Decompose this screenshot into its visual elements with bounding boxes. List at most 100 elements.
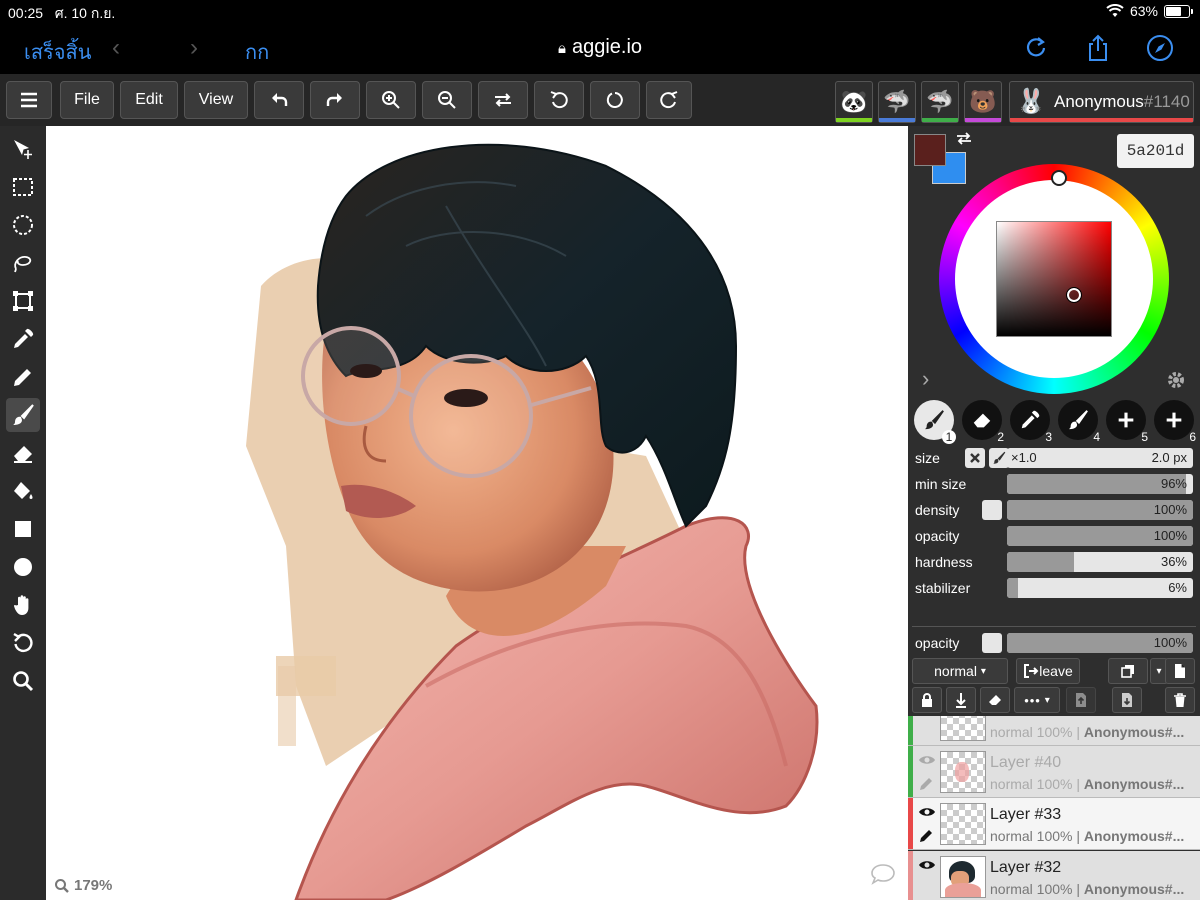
layer-opacity-checkbox[interactable] [982, 633, 1002, 653]
panel-divider [912, 626, 1196, 627]
edit-menu-button[interactable]: Edit [120, 81, 178, 119]
file-menu-button[interactable]: File [60, 81, 114, 119]
text-size-button[interactable]: กก [245, 36, 269, 68]
density-row: density 100% [915, 500, 1195, 522]
lock-layer-button[interactable] [912, 687, 942, 713]
hex-color-field[interactable]: 5a201d [1117, 134, 1194, 168]
forward-icon[interactable]: › [190, 34, 198, 62]
transform-tool[interactable] [6, 284, 40, 318]
layer-row[interactable]: normal 100% | Anonymous#... [908, 716, 1200, 746]
duplicate-layer-button[interactable] [1108, 658, 1148, 684]
redo-button[interactable] [310, 81, 360, 119]
eraser-tool[interactable] [6, 436, 40, 470]
reload-icon[interactable] [1020, 32, 1052, 64]
user-avatar-bear[interactable]: 🐻 [964, 81, 1002, 123]
blend-mode-select[interactable]: normal ▾ [912, 658, 1008, 684]
swap-colors-icon[interactable] [954, 130, 974, 146]
brush-preset-2[interactable]: 2 [962, 400, 1004, 444]
leave-button[interactable]: leave [1016, 658, 1080, 684]
color-wheel[interactable] [939, 164, 1169, 394]
hardness-row: hardness 36% [915, 552, 1195, 574]
eraser-icon [973, 413, 991, 428]
brush-preset-3[interactable]: 3 [1010, 400, 1052, 444]
ellipse-tool[interactable] [6, 550, 40, 584]
size-slider[interactable]: ×1.0 2.0 px [1007, 448, 1193, 468]
user-avatar-shark-1[interactable]: 🦈 [878, 81, 916, 123]
layer-row[interactable]: Layer #40 normal 100% | Anonymous#... [908, 746, 1200, 798]
color-marker[interactable] [1066, 287, 1082, 303]
done-button[interactable]: เสร็จสิ้น [24, 36, 91, 68]
rotate-view-tool[interactable] [6, 626, 40, 660]
menu-button[interactable] [6, 81, 52, 119]
ellipse-select-tool[interactable] [6, 208, 40, 242]
user-avatar-panda[interactable]: 🐼 [835, 81, 873, 123]
eye-icon[interactable] [918, 859, 936, 871]
drawing-canvas[interactable]: 179% [46, 126, 908, 900]
opacity-slider[interactable]: 100% [1007, 526, 1193, 546]
compass-icon[interactable] [1144, 32, 1176, 64]
eyedropper-tool[interactable] [6, 322, 40, 356]
zoom-out-button[interactable] [422, 81, 472, 119]
rectangle-tool[interactable] [6, 512, 40, 546]
gear-icon[interactable] [1166, 370, 1186, 390]
zoom-indicator[interactable]: 179% [54, 877, 112, 894]
size-brush-toggle[interactable] [989, 448, 1009, 468]
layer-thumbnail [940, 803, 986, 845]
density-slider[interactable]: 100% [1007, 500, 1193, 520]
brush-preset-1[interactable]: 1 [914, 400, 956, 444]
zoom-tool[interactable] [6, 664, 40, 698]
new-layer-button[interactable] [1165, 658, 1195, 684]
hardness-slider[interactable]: 36% [1007, 552, 1193, 572]
rotate-left-button[interactable] [534, 81, 584, 119]
move-tool[interactable] [6, 132, 40, 166]
merge-down-button[interactable] [946, 687, 976, 713]
eye-icon[interactable] [918, 806, 936, 818]
saturation-value-square[interactable] [996, 221, 1112, 337]
user-avatar-shark-2[interactable]: 🦈 [921, 81, 959, 123]
rect-select-tool[interactable] [6, 170, 40, 204]
back-icon[interactable]: ‹ [112, 34, 120, 62]
rotate-right-button[interactable] [646, 81, 692, 119]
min-size-slider[interactable]: 96% [1007, 474, 1193, 494]
eyedropper-icon [1021, 410, 1040, 429]
brush-preset-6[interactable]: 6 [1154, 400, 1196, 444]
min-size-row: min size 96% [915, 474, 1195, 496]
lasso-tool[interactable] [6, 246, 40, 280]
delete-layer-button[interactable] [1165, 687, 1195, 713]
expand-arrow-icon[interactable]: › [922, 366, 929, 392]
hue-marker[interactable] [1051, 170, 1067, 186]
fill-tool[interactable] [6, 474, 40, 508]
current-user-chip[interactable]: 🐰 Anonymous #1140 [1009, 81, 1194, 123]
eye-icon[interactable] [918, 754, 936, 766]
undo-button[interactable] [254, 81, 304, 119]
leave-label: leave [1039, 663, 1073, 679]
hand-tool[interactable] [6, 588, 40, 622]
flip-button[interactable] [478, 81, 528, 119]
pencil-tool[interactable] [6, 360, 40, 394]
status-bar: 00:25 ศ. 10 ก.ย. 63% [0, 0, 1200, 24]
move-layer-up-button[interactable] [1066, 687, 1096, 713]
share-icon[interactable] [1082, 32, 1114, 64]
shark-icon: 🦈 [883, 89, 911, 114]
move-layer-down-button[interactable] [1112, 687, 1142, 713]
more-options-button[interactable]: ••• ▾ [1014, 687, 1060, 713]
layer-row[interactable]: Layer #33 normal 100% | Anonymous#... [908, 798, 1200, 850]
stabilizer-slider[interactable]: 6% [1007, 578, 1193, 598]
reset-rotation-button[interactable] [590, 81, 640, 119]
brush-preset-4[interactable]: 4 [1058, 400, 1100, 444]
density-pressure-checkbox[interactable] [982, 500, 1002, 520]
plus-icon [1166, 412, 1182, 428]
layer-row[interactable]: Layer #32 normal 100% | Anonymous#... [908, 851, 1200, 900]
layer-meta: normal 100% | Anonymous#... [990, 776, 1184, 792]
zoom-in-button[interactable] [366, 81, 416, 119]
size-pressure-toggle[interactable] [965, 448, 985, 468]
layer-opacity-slider[interactable]: 100% [1007, 633, 1193, 653]
move-icon [14, 140, 32, 159]
brush-preset-5[interactable]: 5 [1106, 400, 1148, 444]
chat-button[interactable] [870, 863, 896, 890]
swap-arrows-icon [495, 93, 511, 107]
brush-tool[interactable] [6, 398, 40, 432]
view-menu-button[interactable]: View [184, 81, 248, 119]
clear-layer-button[interactable] [980, 687, 1010, 713]
primary-color-swatch[interactable] [914, 134, 946, 166]
